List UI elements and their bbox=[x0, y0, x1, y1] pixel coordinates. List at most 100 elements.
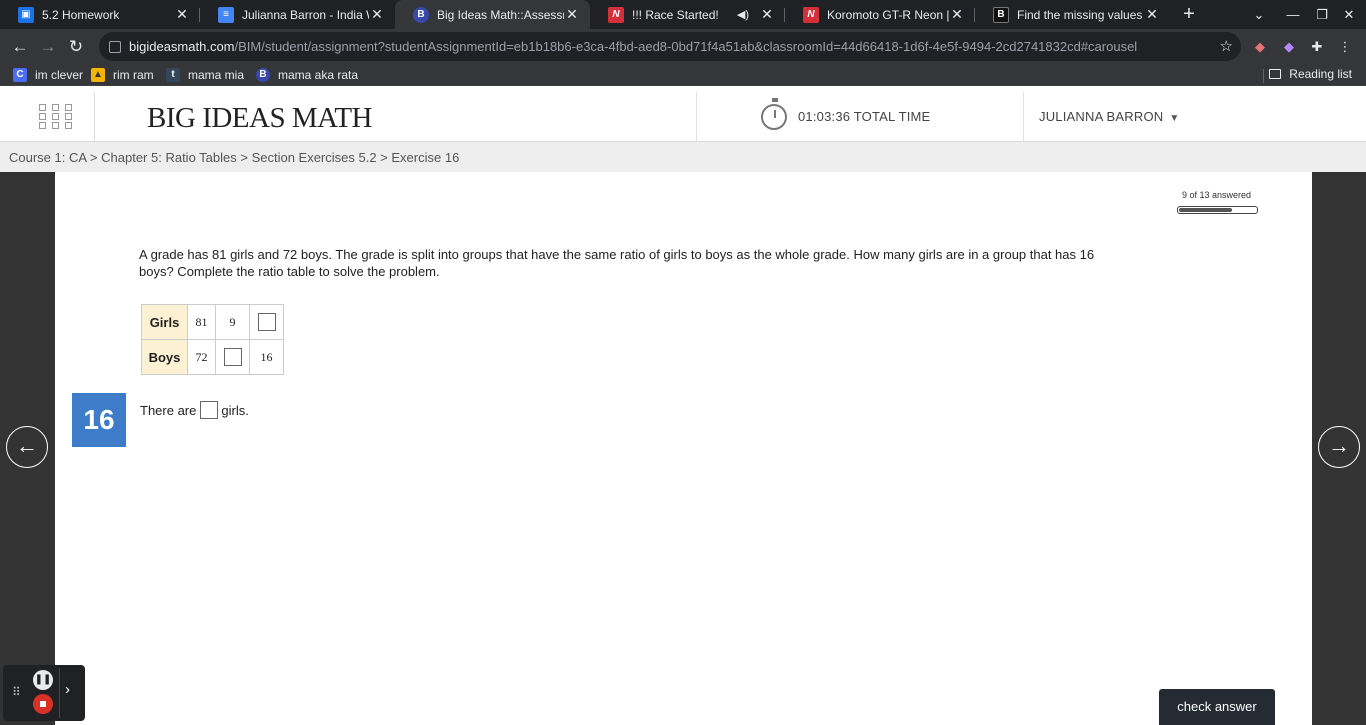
progress-fill bbox=[1179, 208, 1232, 212]
question-number: 16 bbox=[72, 393, 126, 447]
close-icon[interactable]: ✕ bbox=[759, 6, 775, 23]
grid-icon bbox=[39, 122, 46, 129]
breadcrumb: Course 1: CA > Chapter 5: Ratio Tables >… bbox=[0, 142, 1366, 172]
row-label: Girls bbox=[141, 304, 188, 340]
bookmark-item[interactable]: ▲ rim ram bbox=[91, 67, 154, 83]
reload-button[interactable]: ↻ bbox=[65, 36, 87, 58]
bookmark-label: rim ram bbox=[113, 68, 154, 82]
timer-panel: 01:03:36 TOTAL TIME bbox=[696, 92, 1024, 142]
divider bbox=[1263, 69, 1264, 83]
pause-icon[interactable]: ❚❚ bbox=[33, 670, 53, 690]
close-icon[interactable]: ✕ bbox=[1144, 6, 1160, 23]
c-icon: C bbox=[13, 68, 27, 82]
tab-title: Find the missing values in th bbox=[1017, 7, 1144, 22]
speaker-icon[interactable]: ◀) bbox=[737, 8, 749, 21]
menu-icon[interactable]: ⋮ bbox=[1335, 37, 1355, 57]
reading-list-label: Reading list bbox=[1289, 67, 1352, 81]
app-grid-button[interactable] bbox=[0, 92, 95, 142]
answer-suffix: girls. bbox=[221, 402, 249, 418]
answer-sentence: There are girls. bbox=[140, 401, 249, 419]
tab-title: Koromoto GT-R Neon | Nitro bbox=[827, 7, 949, 22]
close-icon[interactable]: ✕ bbox=[174, 6, 190, 23]
question-text: A grade has 81 girls and 72 boys. The gr… bbox=[139, 247, 1095, 279]
bookmark-star-icon[interactable]: ☆ bbox=[1220, 37, 1233, 55]
bookmark-item[interactable]: t mama mia bbox=[166, 67, 244, 83]
url-path: /BIM/student/assignment?studentAssignmen… bbox=[234, 39, 1138, 54]
reading-list-icon bbox=[1269, 69, 1282, 79]
image-icon: ▲ bbox=[91, 68, 105, 82]
grid-icon bbox=[52, 104, 59, 111]
bookmark-item[interactable]: C im clever bbox=[13, 67, 83, 83]
bigideas-icon: B bbox=[256, 68, 270, 82]
tab-title: Julianna Barron - India Wrap bbox=[242, 7, 369, 22]
bookmark-item[interactable]: B mama aka rata bbox=[256, 67, 358, 83]
bookmark-label: im clever bbox=[35, 68, 84, 82]
extension-icon[interactable]: ◆ bbox=[1279, 37, 1299, 57]
grid-icon bbox=[65, 122, 72, 129]
nitrotype-icon: N bbox=[608, 6, 624, 23]
table-cell: 16 bbox=[249, 339, 284, 375]
girls-count-input[interactable] bbox=[200, 401, 219, 419]
table-cell: 81 bbox=[187, 304, 216, 340]
reading-list-button[interactable]: Reading list bbox=[1269, 67, 1352, 81]
tab-koromoto[interactable]: N Koromoto GT-R Neon | Nitro ✕ bbox=[785, 0, 975, 29]
table-cell: 9 bbox=[215, 304, 250, 340]
table-row-girls: Girls 81 9 bbox=[141, 304, 284, 340]
tab-search-icon[interactable]: ⌄ bbox=[1242, 0, 1276, 29]
table-row-boys: Boys 72 16 bbox=[141, 339, 284, 375]
site-logo[interactable]: BIG IDEAS MATH bbox=[147, 102, 373, 135]
user-name: JULIANNA BARRON bbox=[1039, 109, 1164, 124]
docs-icon: ≡ bbox=[218, 6, 234, 23]
drag-handle-icon[interactable]: ⠿ bbox=[12, 685, 21, 699]
grid-icon bbox=[39, 104, 46, 111]
nitrotype-icon: N bbox=[803, 6, 819, 23]
table-cell-input bbox=[249, 304, 284, 340]
total-time: 01:03:36 TOTAL TIME bbox=[798, 109, 931, 124]
brainly-icon: B bbox=[993, 6, 1009, 23]
site-header: BIG IDEAS MATH 01:03:36 TOTAL TIME JULIA… bbox=[0, 92, 1366, 142]
row-label: Boys bbox=[141, 339, 188, 375]
tab-homework[interactable]: ▣ 5.2 Homework ✕ bbox=[0, 0, 200, 29]
puzzle-icon[interactable]: ✚ bbox=[1307, 37, 1327, 57]
close-window-button[interactable]: ✕ bbox=[1332, 0, 1366, 29]
answer-prefix: There are bbox=[140, 402, 197, 418]
bookmark-label: mama aka rata bbox=[278, 68, 359, 82]
tab-race[interactable]: N !!! Race Started! ◀) ✕ bbox=[590, 0, 785, 29]
close-icon[interactable]: ✕ bbox=[949, 6, 965, 23]
ratio-table: Girls 81 9 Boys 72 16 bbox=[141, 304, 284, 375]
address-bar[interactable]: bigideasmath.com/BIM/student/assignment?… bbox=[99, 32, 1241, 61]
bigideas-icon: B bbox=[413, 6, 429, 23]
grid-icon bbox=[65, 113, 72, 120]
progress-bar bbox=[1177, 206, 1258, 214]
progress-label: 9 of 13 answered bbox=[1182, 190, 1252, 200]
stop-icon[interactable] bbox=[33, 694, 53, 714]
back-button[interactable]: ← bbox=[9, 36, 31, 58]
classroom-icon: ▣ bbox=[18, 6, 34, 23]
forward-button[interactable]: → bbox=[37, 36, 59, 58]
close-icon[interactable]: ✕ bbox=[369, 6, 385, 23]
extension-icon[interactable]: ◆ bbox=[1250, 37, 1270, 57]
tab-big-ideas-active[interactable]: B Big Ideas Math::Assessment ✕ bbox=[395, 0, 590, 29]
browser-tab-strip: ▣ 5.2 Homework ✕ ≡ Julianna Barron - Ind… bbox=[0, 0, 1366, 29]
boys-answer-input[interactable] bbox=[223, 348, 242, 366]
next-question-button[interactable]: → bbox=[1318, 426, 1360, 468]
recorder-widget: ⠿ ❚❚ › bbox=[3, 665, 85, 721]
grid-icon bbox=[52, 122, 59, 129]
tab-title: 5.2 Homework bbox=[42, 7, 120, 22]
bookmarks-bar: C im clever ▲ rim ram t mama mia B mama … bbox=[0, 64, 1366, 86]
grid-icon bbox=[52, 113, 59, 120]
url-host: bigideasmath.com bbox=[129, 39, 235, 54]
lock-icon bbox=[109, 40, 121, 53]
user-menu[interactable]: JULIANNA BARRON ▼ bbox=[1039, 109, 1179, 124]
chevron-down-icon: ▼ bbox=[1169, 113, 1180, 124]
chevron-right-icon[interactable]: › bbox=[65, 681, 70, 698]
tab-docs[interactable]: ≡ Julianna Barron - India Wrap ✕ bbox=[200, 0, 395, 29]
tumblr-icon: t bbox=[166, 68, 180, 82]
girls-answer-input[interactable] bbox=[257, 313, 276, 331]
check-answer-button[interactable]: check answer bbox=[1159, 689, 1275, 725]
new-tab-button[interactable]: + bbox=[1179, 2, 1199, 26]
previous-question-button[interactable]: ← bbox=[6, 426, 48, 468]
close-icon[interactable]: ✕ bbox=[564, 6, 580, 23]
tab-brainly[interactable]: B Find the missing values in th ✕ bbox=[975, 0, 1170, 29]
grid-icon bbox=[39, 113, 46, 120]
